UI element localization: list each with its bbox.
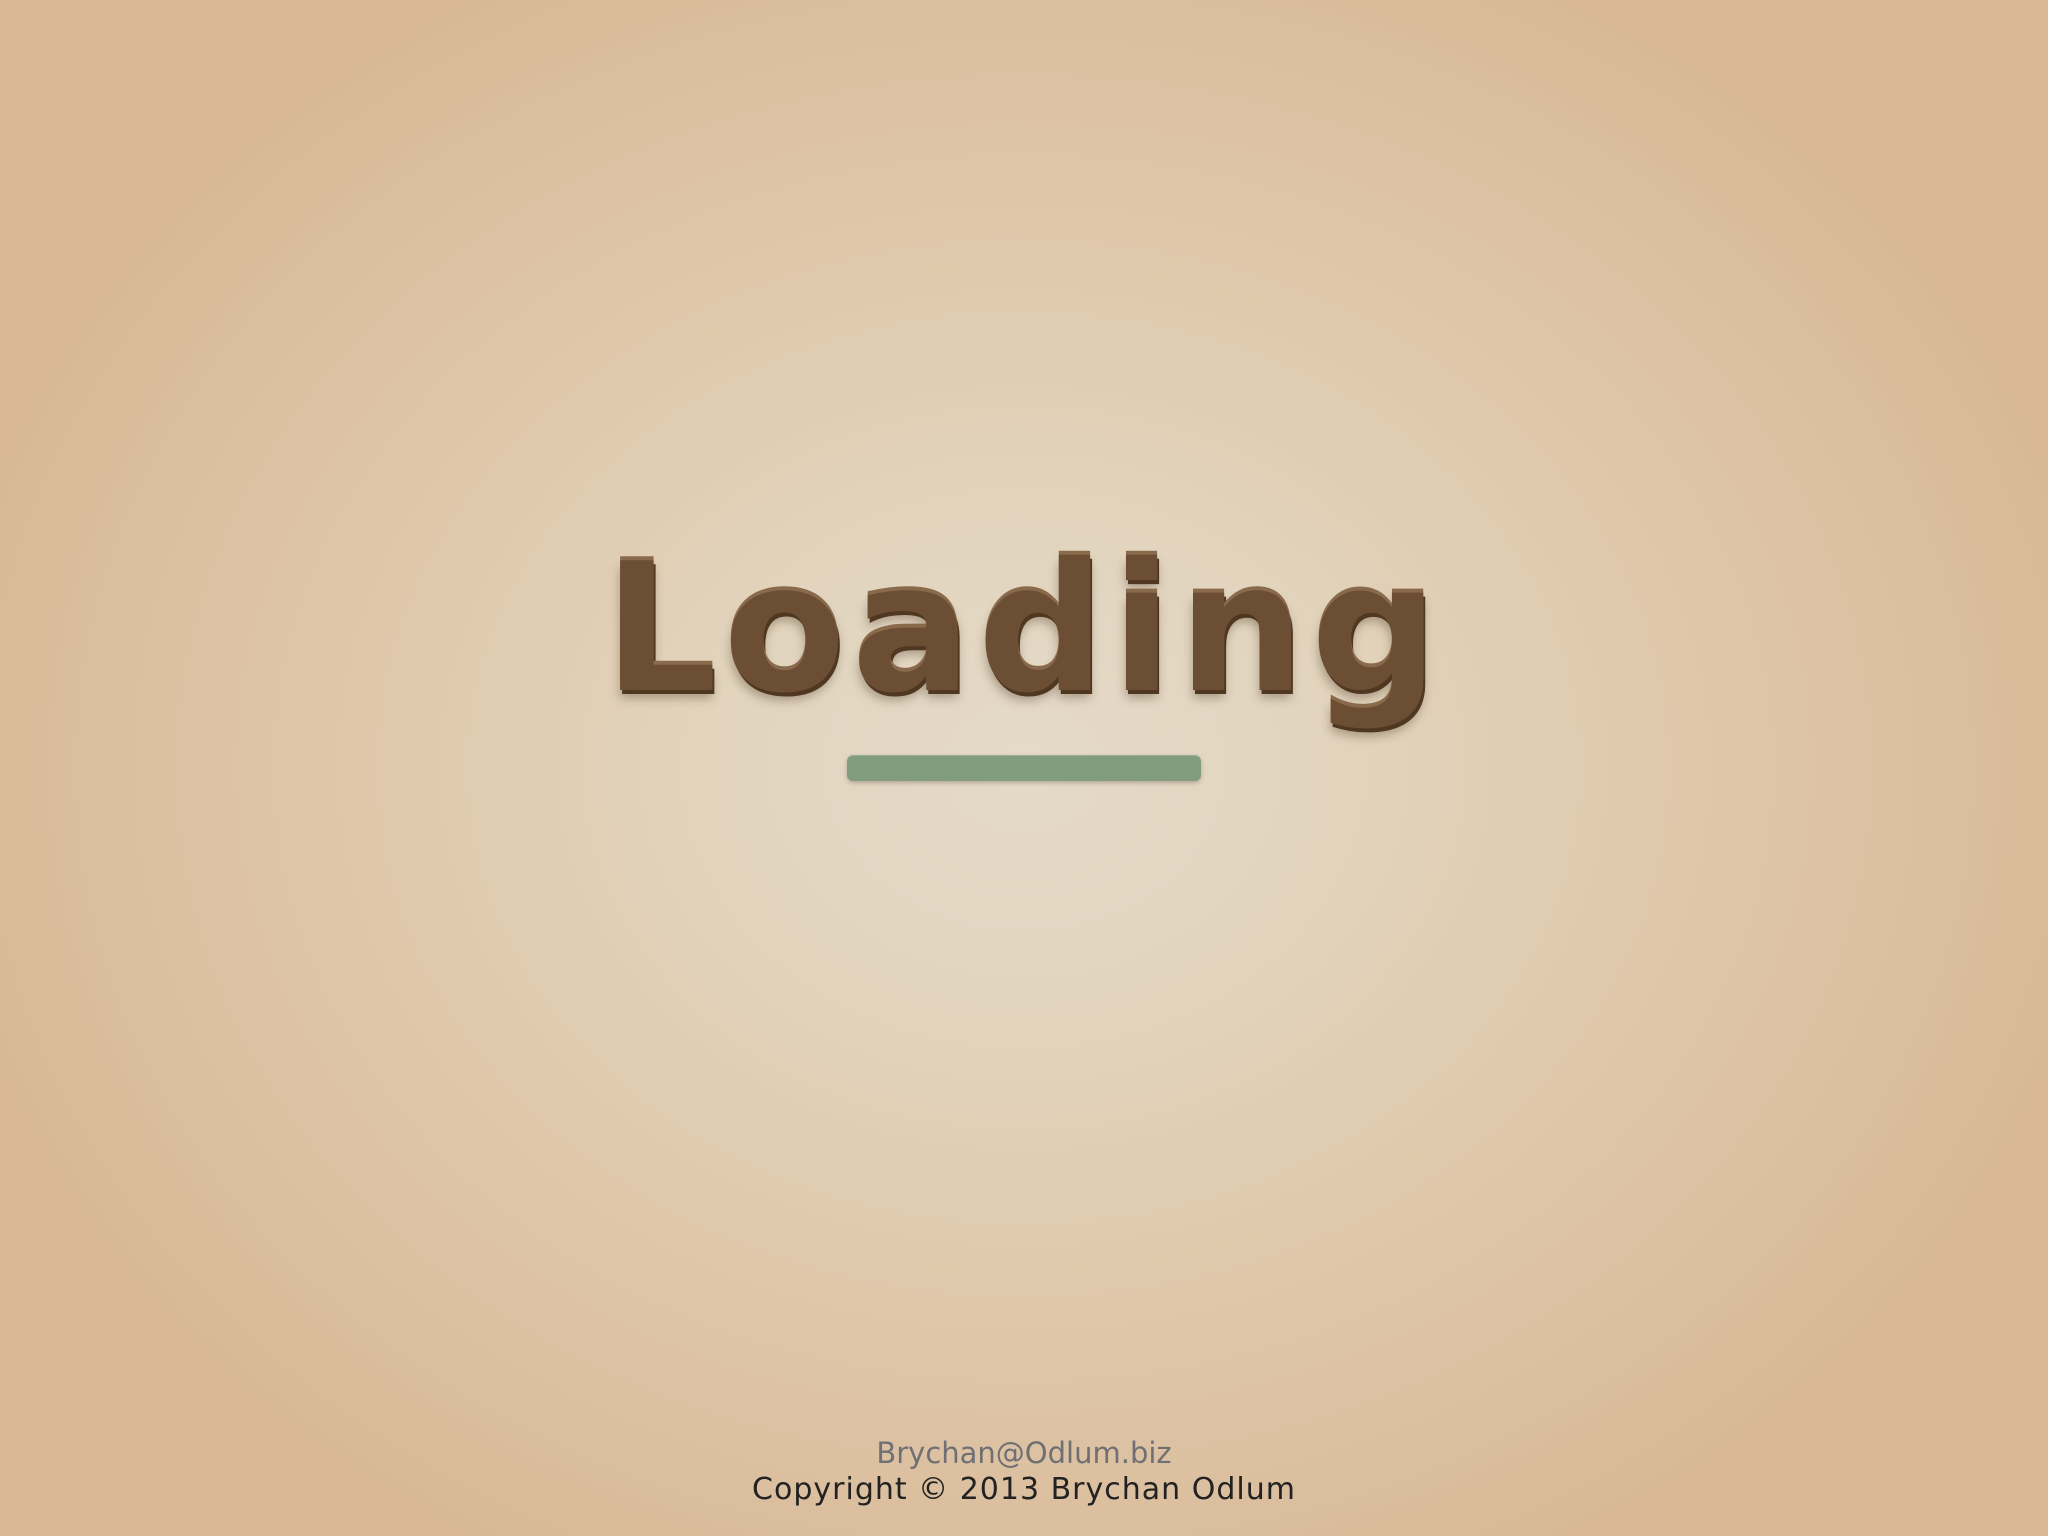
contact-email-link[interactable]: Brychan@Odlum.biz (0, 1434, 2048, 1472)
loading-title: Loading (603, 525, 1445, 732)
loading-progress-fill (847, 755, 1201, 781)
copyright-notice: Copyright © 2013 Brychan Odlum (752, 1472, 1296, 1507)
footer: Brychan@Odlum.biz Copyright © 2013 Brych… (0, 1434, 2048, 1508)
loading-progress-bar (847, 755, 1201, 781)
